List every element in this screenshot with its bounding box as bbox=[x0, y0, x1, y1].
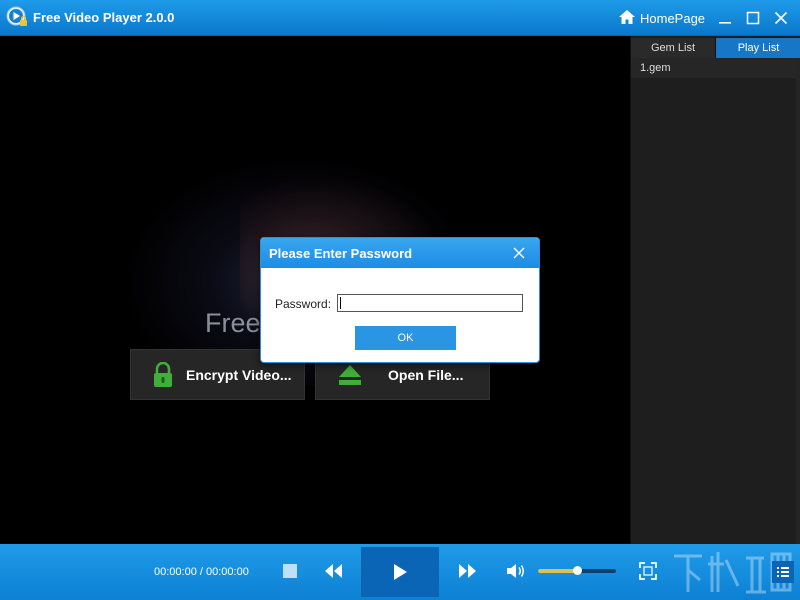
panel-tabs: Gem List Play List bbox=[631, 38, 800, 58]
stop-icon[interactable] bbox=[282, 563, 298, 584]
app-title: Free Video Player 2.0.0 bbox=[33, 10, 175, 25]
tab-play-list[interactable]: Play List bbox=[716, 38, 800, 58]
volume-level bbox=[538, 569, 577, 573]
volume-icon[interactable] bbox=[506, 562, 526, 585]
open-file-label: Open File... bbox=[388, 367, 464, 383]
title-bar: Free Video Player 2.0.0 HomePage bbox=[0, 0, 800, 36]
volume-knob[interactable] bbox=[573, 566, 582, 575]
dialog-close-icon[interactable] bbox=[511, 245, 527, 261]
list-item[interactable]: 1.gem bbox=[631, 58, 800, 78]
password-dialog: Please Enter Password Password: OK bbox=[260, 237, 540, 363]
play-icon bbox=[392, 563, 408, 586]
tab-gem-list[interactable]: Gem List bbox=[631, 38, 716, 58]
dialog-title: Please Enter Password bbox=[269, 246, 413, 261]
dialog-header: Please Enter Password bbox=[261, 238, 539, 268]
maximize-icon[interactable] bbox=[744, 9, 762, 27]
scrollbar[interactable] bbox=[796, 58, 800, 544]
password-field[interactable] bbox=[337, 294, 523, 312]
control-bar: 00:00:00 / 00:00:00 bbox=[0, 544, 800, 600]
app-window: Free Video Player 2.0.0 HomePage Free En… bbox=[0, 0, 800, 600]
rewind-icon[interactable] bbox=[324, 563, 344, 584]
play-logo-icon bbox=[6, 6, 28, 28]
text-caret bbox=[340, 297, 341, 309]
volume-slider[interactable] bbox=[538, 566, 616, 575]
lock-icon bbox=[153, 361, 173, 391]
play-list: 1.gem bbox=[631, 58, 800, 78]
minimize-icon[interactable] bbox=[716, 9, 734, 27]
side-panel: Gem List Play List 1.gem bbox=[630, 36, 800, 544]
homepage-link[interactable]: HomePage bbox=[618, 8, 705, 28]
homepage-label: HomePage bbox=[640, 10, 706, 26]
fullscreen-icon[interactable] bbox=[639, 562, 657, 585]
eject-icon bbox=[338, 364, 362, 389]
playlist-icon[interactable] bbox=[772, 561, 794, 588]
home-icon bbox=[618, 9, 640, 28]
fast-forward-icon[interactable] bbox=[457, 563, 477, 584]
password-label: Password: bbox=[275, 297, 332, 311]
play-button[interactable] bbox=[361, 547, 439, 597]
brand-watermark-text: Free bbox=[205, 308, 261, 338]
time-display: 00:00:00 / 00:00:00 bbox=[154, 566, 249, 578]
encrypt-video-label: Encrypt Video... bbox=[186, 367, 292, 383]
close-icon[interactable] bbox=[772, 9, 790, 27]
ok-button[interactable]: OK bbox=[355, 326, 456, 350]
